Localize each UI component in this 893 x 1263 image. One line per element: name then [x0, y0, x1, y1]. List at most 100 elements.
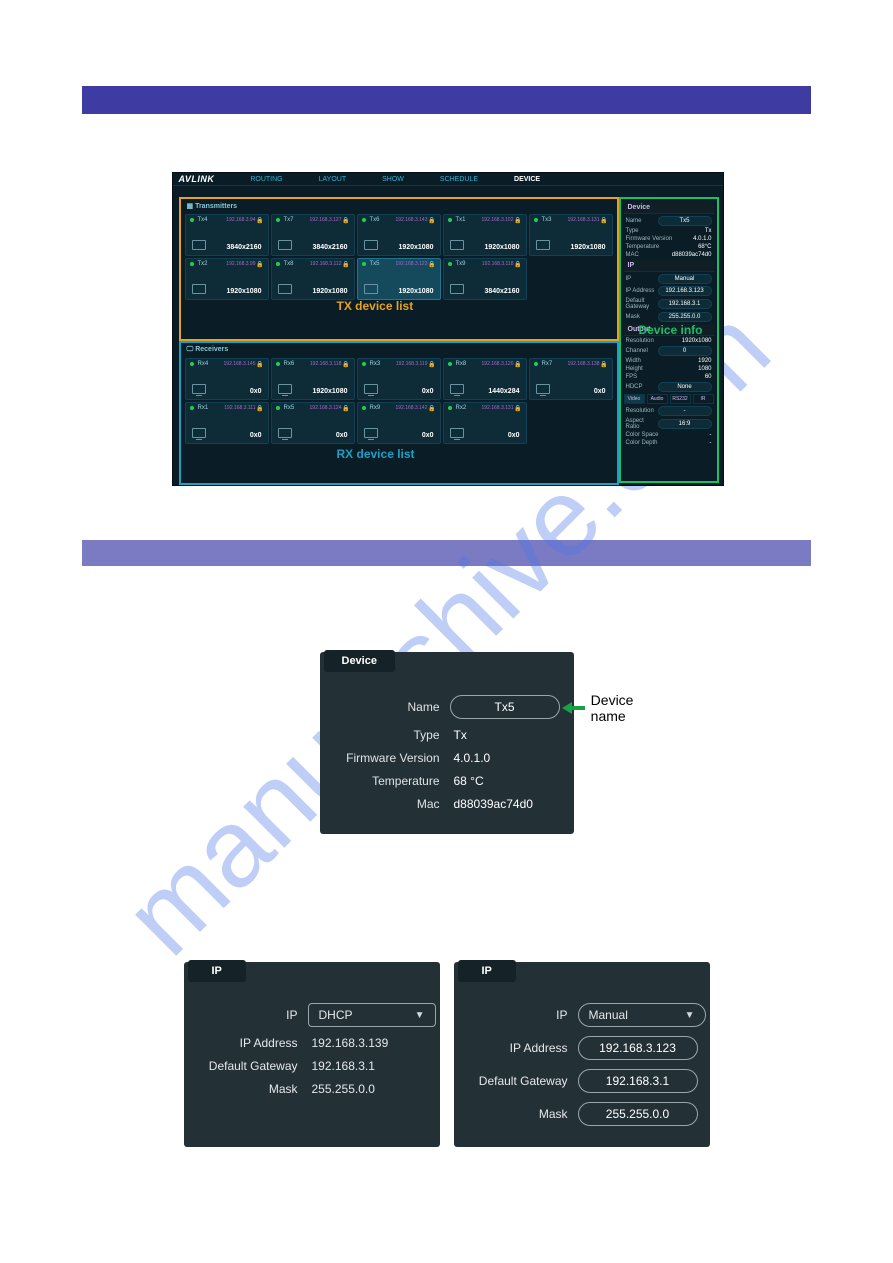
tab-routing[interactable]: ROUTING [250, 176, 282, 183]
transmitter-icon [192, 284, 206, 294]
side-subtab-ir[interactable]: IR [693, 394, 714, 404]
device-tile[interactable]: Tx6192.168.3.143🔒1920x1080 [357, 214, 441, 256]
device-name-input[interactable]: Tx5 [450, 695, 560, 719]
side-name-label: Name [626, 218, 642, 224]
device-tile[interactable]: Rx6192.168.3.118🔒1920x1080 [271, 358, 355, 400]
side-ch-value[interactable]: 0 [658, 346, 712, 356]
ip-card2-tab[interactable]: IP [458, 960, 516, 982]
side-ipaddr-value[interactable]: 192.168.3.123 [658, 286, 712, 296]
side-gw-value[interactable]: 192.168.3.1 [658, 299, 712, 309]
device-tile[interactable]: Tx5192.168.3.123🔒1920x1080 [357, 258, 441, 300]
device-tile[interactable]: Tx9192.168.3.118🔒3840x2160 [443, 258, 527, 300]
tab-device[interactable]: DEVICE [514, 176, 540, 183]
lock-icon: 🔒 [342, 361, 349, 368]
tile-name: Tx6 [370, 217, 380, 223]
side-subtab-rs232[interactable]: RS232 [670, 394, 691, 404]
monitor-icon [364, 384, 378, 394]
side-tab-device[interactable]: Device [624, 202, 714, 214]
side-res-value: 1920x1080 [682, 338, 712, 344]
lock-icon: 🔒 [256, 217, 263, 224]
transmitter-icon [364, 284, 378, 294]
device-tile[interactable]: Tx8192.168.3.112🔒1920x1080 [271, 258, 355, 300]
device-info-label: Device info [638, 323, 702, 337]
monitor-icon [192, 384, 206, 394]
device-tile[interactable]: Tx4192.168.3.94🔒3840x2160 [185, 214, 269, 256]
side-fps-value: 60 [705, 374, 712, 380]
device-tile[interactable]: Tx1192.168.3.102🔒1920x1080 [443, 214, 527, 256]
tile-ip: 192.168.3.118 [310, 361, 342, 367]
side-tab-ip[interactable]: IP [624, 260, 714, 272]
tile-ip: 192.168.3.112 [310, 261, 342, 267]
status-dot-icon [448, 362, 452, 366]
tile-ip: 192.168.3.143 [396, 217, 428, 223]
device-mac-value: d88039ac74d0 [454, 797, 533, 811]
section-bar-2 [82, 540, 811, 566]
ip2-gw-input[interactable]: 192.168.3.1 [578, 1069, 698, 1093]
side-h-value: 1080 [698, 366, 711, 372]
ip2-addr-input[interactable]: 192.168.3.123 [578, 1036, 698, 1060]
device-tile[interactable]: Rx3192.168.3.119🔒0x0 [357, 358, 441, 400]
ip1-mode-select[interactable]: DHCP ▼ [308, 1003, 436, 1027]
side-mask-value[interactable]: 255.255.0.0 [658, 312, 712, 322]
status-dot-icon [362, 362, 366, 366]
side-ipmode-value[interactable]: Manual [658, 274, 712, 284]
side-name-value[interactable]: Tx5 [658, 216, 712, 226]
arrow-shaft [570, 706, 585, 710]
status-dot-icon [190, 406, 194, 410]
side-cs-label: Color Space [626, 432, 659, 438]
device-card-tab[interactable]: Device [324, 650, 395, 672]
ip-card-manual: IP IP Manual ▼ IP Address 192.168.3.123 … [454, 962, 710, 1147]
device-tile[interactable]: Rx4192.168.3.145🔒0x0 [185, 358, 269, 400]
tile-resolution: 1440x284 [488, 388, 519, 395]
device-tile[interactable]: Rx5192.168.3.124🔒0x0 [271, 402, 355, 444]
lock-icon: 🔒 [428, 361, 435, 368]
tile-name: Tx2 [198, 261, 208, 267]
side-fw-value: 4.0.1.0 [693, 236, 711, 242]
side-temp-value: 68°C [698, 244, 711, 250]
tab-schedule[interactable]: SCHEDULE [440, 176, 478, 183]
lock-icon: 🔒 [256, 405, 263, 412]
device-tile[interactable]: Rx9192.168.3.142🔒0x0 [357, 402, 441, 444]
tile-name: Rx1 [198, 405, 209, 411]
device-temp-label: Temperature [330, 774, 440, 788]
tile-ip: 192.168.3.124 [310, 405, 342, 411]
side-ar-value[interactable]: 16:9 [658, 419, 712, 429]
tile-resolution: 1920x1080 [398, 288, 433, 295]
rx-grid: Rx4192.168.3.145🔒0x0Rx6192.168.3.118🔒192… [181, 358, 617, 444]
side-ar-label: Aspect Ratio [626, 418, 658, 430]
side-cd-value: - [710, 440, 712, 446]
device-info-panel: Device NameTx5 TypeTx Firmware Version4.… [619, 197, 719, 483]
status-dot-icon [362, 262, 366, 266]
monitor-icon [536, 384, 550, 394]
tab-layout[interactable]: LAYOUT [319, 176, 347, 183]
ip2-mode-select[interactable]: Manual ▼ [578, 1003, 706, 1027]
ip1-mask-label: Mask [194, 1082, 298, 1096]
side-hdcp-value[interactable]: None [658, 382, 712, 392]
side-resln-value[interactable]: - [658, 406, 712, 416]
device-tile[interactable]: Rx2192.168.3.131🔒0x0 [443, 402, 527, 444]
ip2-gw-label: Default Gateway [464, 1074, 568, 1088]
side-subtab-video[interactable]: Video [624, 394, 645, 404]
ip1-mask-value: 255.255.0.0 [312, 1082, 375, 1096]
ip-card1-tab[interactable]: IP [188, 960, 246, 982]
device-tile[interactable]: Tx2192.168.3.99🔒1920x1080 [185, 258, 269, 300]
ip1-mode-value: DHCP [319, 1008, 353, 1022]
lock-icon: 🔒 [600, 217, 607, 224]
side-w-value: 1920 [698, 358, 711, 364]
rx-device-list-label: RX device list [337, 447, 415, 461]
tile-name: Rx3 [370, 361, 381, 367]
device-fw-value: 4.0.1.0 [454, 751, 491, 765]
tile-resolution: 0x0 [422, 432, 434, 439]
device-tile[interactable]: Rx7192.168.3.138🔒0x0 [529, 358, 613, 400]
tab-show[interactable]: SHOW [382, 176, 404, 183]
transmitter-icon [450, 240, 464, 250]
device-tile[interactable]: Rx8192.168.3.120🔒1440x284 [443, 358, 527, 400]
side-subtab-audio[interactable]: Audio [647, 394, 668, 404]
device-tile[interactable]: Tx3192.168.3.131🔒1920x1080 [529, 214, 613, 256]
tile-name: Rx9 [370, 405, 381, 411]
device-tile[interactable]: Rx1192.168.3.111🔒0x0 [185, 402, 269, 444]
device-tile[interactable]: Tx7192.168.3.127🔒3840x2160 [271, 214, 355, 256]
ip2-mask-label: Mask [464, 1107, 568, 1121]
ip2-mask-input[interactable]: 255.255.0.0 [578, 1102, 698, 1126]
ip2-mode-label: IP [464, 1008, 568, 1022]
